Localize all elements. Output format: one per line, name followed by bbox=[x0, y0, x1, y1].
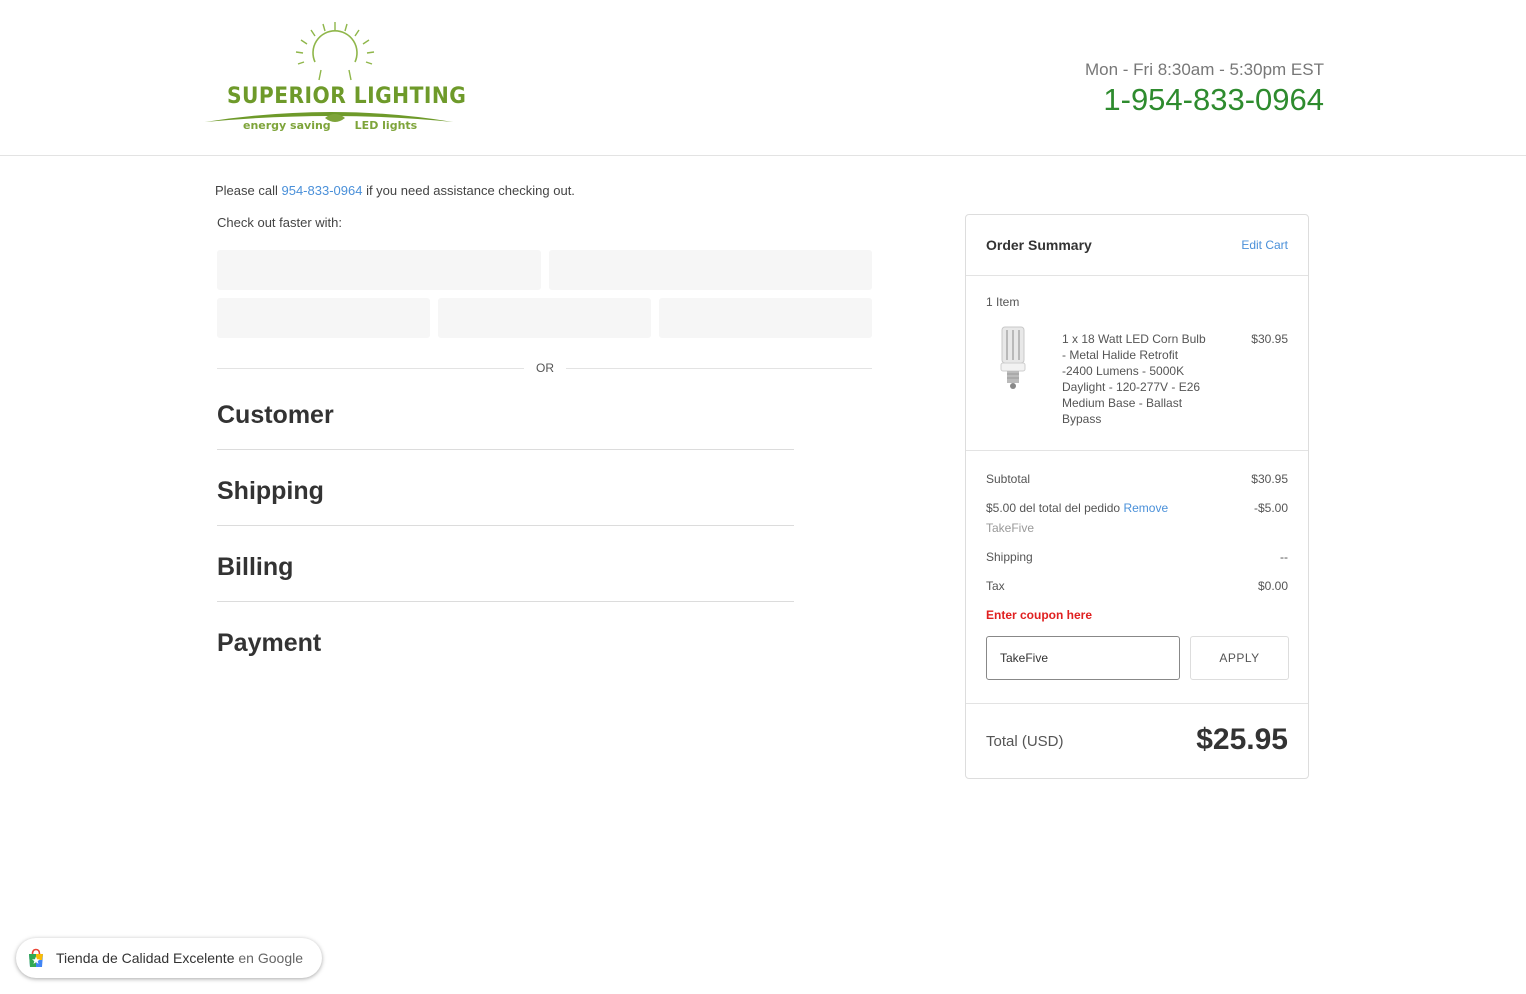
item-count: 1 Item bbox=[986, 295, 1020, 309]
badge-suffix: en Google bbox=[238, 950, 303, 966]
express-pay-button-2[interactable] bbox=[549, 250, 872, 290]
subtotal-label: Subtotal bbox=[986, 472, 1031, 486]
logo-wordmark: SUPERIOR LIGHTING bbox=[227, 84, 467, 109]
enter-coupon-link[interactable]: Enter coupon here bbox=[986, 608, 1092, 622]
or-divider-right bbox=[566, 368, 872, 369]
express-pay-button-5[interactable] bbox=[659, 298, 872, 338]
total-value: $25.95 bbox=[1196, 723, 1288, 756]
coupon-code-input[interactable] bbox=[986, 636, 1180, 680]
logo-tagline-left: energy saving bbox=[243, 119, 331, 132]
express-checkout-label: Check out faster with: bbox=[217, 215, 342, 230]
express-pay-button-1[interactable] bbox=[217, 250, 541, 290]
discount-label: $5.00 del total del pedido bbox=[986, 501, 1121, 515]
item-name: 1 x 18 Watt LED Corn Bulb - Metal Halide… bbox=[1062, 332, 1206, 426]
or-divider-label: OR bbox=[536, 361, 554, 375]
express-pay-button-3[interactable] bbox=[217, 298, 430, 338]
assistance-message: Please call 954-833-0964 if you need ass… bbox=[215, 183, 575, 198]
summary-divider bbox=[966, 275, 1308, 276]
discount-row: $5.00 del total del pedido Remove bbox=[986, 501, 1168, 515]
badge-text: Tienda de Calidad Excelente bbox=[56, 950, 235, 966]
tax-value: $0.00 bbox=[1257, 579, 1288, 593]
superior-lighting-logo[interactable]: SUPERIOR LIGHTING energy saving LED light… bbox=[203, 18, 466, 136]
edit-cart-link[interactable]: Edit Cart bbox=[1241, 238, 1288, 252]
assist-phone-link[interactable]: 954-833-0964 bbox=[281, 183, 362, 198]
step-divider bbox=[217, 525, 794, 526]
header-phone-link[interactable]: 1-954-833-0964 bbox=[1103, 82, 1324, 118]
item-price: $30.95 bbox=[1251, 332, 1288, 346]
corn-bulb-image bbox=[1000, 326, 1026, 389]
step-payment[interactable]: Payment bbox=[217, 629, 794, 658]
step-divider bbox=[217, 449, 794, 450]
summary-divider bbox=[966, 703, 1308, 704]
shipping-value: -- bbox=[1280, 550, 1288, 564]
assist-suffix: if you need assistance checking out. bbox=[362, 183, 575, 198]
google-shopping-bag-icon bbox=[29, 948, 43, 967]
tax-label: Tax bbox=[986, 579, 1005, 593]
site-header: SUPERIOR LIGHTING energy saving LED light… bbox=[0, 0, 1526, 156]
shipping-label: Shipping bbox=[986, 550, 1033, 564]
product-thumbnail bbox=[998, 325, 1028, 391]
or-divider-left bbox=[217, 368, 524, 369]
logo-tagline-right: LED lights bbox=[354, 119, 418, 132]
discount-value: -$5.00 bbox=[1253, 501, 1288, 515]
express-pay-button-4[interactable] bbox=[438, 298, 651, 338]
step-customer[interactable]: Customer bbox=[217, 401, 794, 430]
subtotal-value: $30.95 bbox=[1251, 472, 1288, 486]
business-hours: Mon - Fri 8:30am - 5:30pm EST bbox=[1084, 60, 1324, 79]
step-divider bbox=[217, 601, 794, 602]
remove-discount-link[interactable]: Remove bbox=[1123, 501, 1168, 515]
apply-coupon-button[interactable]: APPLY bbox=[1190, 636, 1289, 680]
step-shipping[interactable]: Shipping bbox=[217, 477, 794, 506]
discount-code: TakeFive bbox=[986, 521, 1035, 535]
step-billing[interactable]: Billing bbox=[217, 553, 794, 582]
summary-divider bbox=[966, 450, 1308, 451]
order-summary: Order Summary Edit Cart 1 Item 1 x 18 Wa… bbox=[965, 214, 1309, 779]
assist-prefix: Please call bbox=[215, 183, 282, 198]
order-summary-title: Order Summary bbox=[986, 237, 1092, 253]
total-label: Total (USD) bbox=[986, 733, 1064, 750]
badge-label: Tienda de Calidad Excelente en Google bbox=[56, 950, 303, 966]
google-store-badge[interactable]: Tienda de Calidad Excelente en Google bbox=[16, 938, 322, 978]
logo-tagline: energy saving LED lights bbox=[243, 119, 417, 132]
